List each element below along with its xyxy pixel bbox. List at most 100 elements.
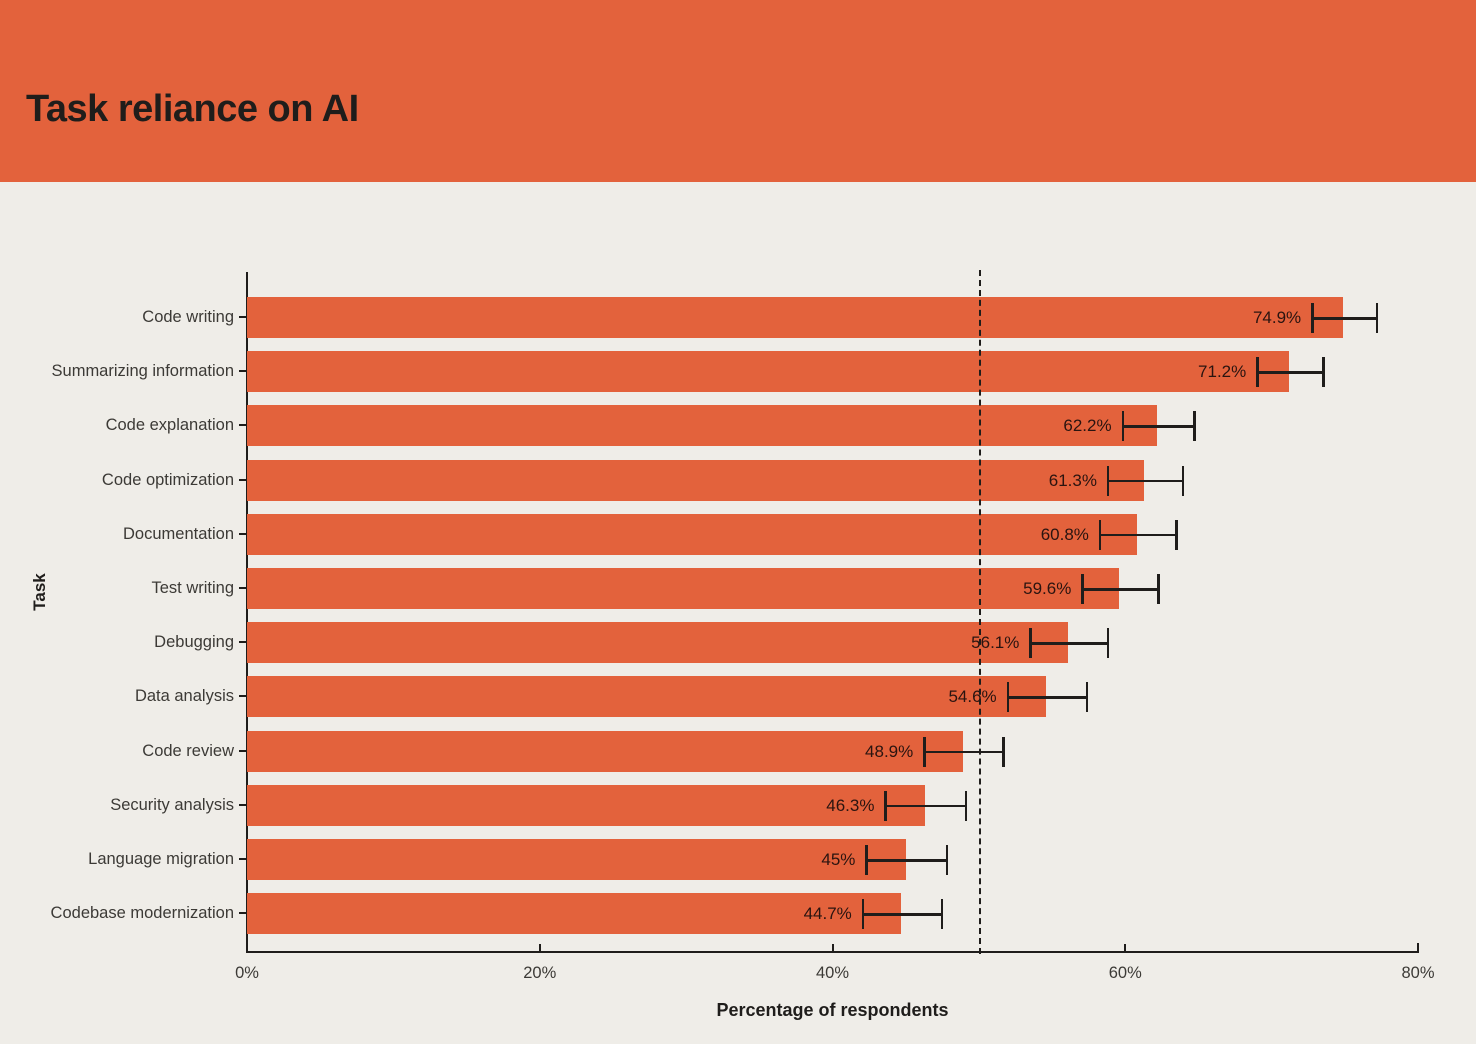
error-bar-cap-lower [865,845,868,875]
bar[interactable] [247,513,1137,555]
error-bar-line [865,859,946,862]
y-tick-mark [239,370,246,373]
bar-row[interactable]: Code optimization 61.3% [102,459,1418,501]
error-bar-cap-upper [1322,357,1325,388]
bar-row[interactable]: Debugging 56.1% [154,622,1418,664]
error-bar-cap-lower [1311,303,1314,333]
bar-row[interactable]: Language migration 45% [88,839,1418,880]
bar-row[interactable]: Code explanation 62.2% [106,405,1418,447]
error-bar-cap-upper [1181,465,1185,496]
y-tick-mark [239,424,246,427]
y-axis-category-label: Debugging [154,633,234,652]
y-tick-mark [239,532,246,535]
error-bar-cap-lower [1006,682,1010,713]
bar-value-label: 62.2% [1063,416,1112,436]
bar-value-label: 54.6% [948,687,997,707]
error-bar-line [1121,425,1194,428]
x-tick-label: 40% [815,964,850,982]
bar-value-label: 71.2% [1198,362,1247,382]
error-bar-cap-upper [945,845,949,875]
error-bar-cap-lower [1106,465,1110,496]
bar-row[interactable]: Code review 48.9% [142,730,1418,772]
bar-row[interactable]: Documentation 60.8% [123,513,1418,555]
bar[interactable] [247,622,1069,664]
page-title: Task reliance on AI [26,88,359,130]
y-axis-category-label: Summarizing information [51,362,234,381]
y-tick-mark [239,587,246,589]
y-axis-category-label: Code explanation [105,416,234,435]
error-bar-line [1311,317,1376,320]
bar[interactable] [247,568,1120,609]
error-bar-cap-lower [884,790,887,821]
y-tick-mark [239,858,246,860]
y-tick-mark [239,316,246,318]
y-tick-mark [239,695,246,698]
y-tick-mark [239,478,246,481]
error-bar-cap-upper [1175,519,1178,550]
error-bar-cap-lower [1121,411,1125,442]
error-bar-line [884,804,965,808]
bar-value-label: 61.3% [1048,470,1097,490]
y-axis-category-label: Code writing [142,308,234,326]
y-axis-category-label: Code review [142,741,234,760]
x-tick-mark [538,944,541,953]
y-axis-category-label: Data analysis [134,687,234,706]
x-tick-mark [1417,944,1419,953]
bar[interactable] [247,297,1344,338]
plot-area: 0% 20% 40% 60% 80% Code writing 74.9% Summariz… [51,270,1435,982]
error-bar-line [923,750,1003,754]
bar-row[interactable]: Code writing 74.9% [142,297,1418,338]
error-bar-line [1006,696,1086,699]
x-tick-label: 20% [523,964,557,982]
bar[interactable] [247,839,906,880]
bar-row[interactable]: Test writing 59.6% [151,568,1418,609]
error-bar-cap-lower [1256,357,1259,388]
y-axis-category-label: Codebase modernization [50,904,234,923]
bar-value-label: 48.9% [865,741,914,761]
error-bar-cap-lower [1098,519,1102,550]
y-axis-category-label: Language migration [88,850,234,868]
bar[interactable] [247,459,1145,501]
x-tick-mark [1124,944,1127,953]
bar[interactable] [247,351,1290,393]
bar-value-label: 60.8% [1040,524,1089,544]
bar-value-label: 59.6% [1023,579,1072,598]
y-tick-mark [239,803,246,806]
bar-row[interactable]: Codebase modernization 44.7% [51,893,1418,935]
y-axis-category-label: Test writing [151,579,234,597]
bar[interactable] [247,730,963,772]
reference-line-50 [978,270,981,954]
x-tick-mark [246,944,248,953]
y-axis-category-label: Documentation [123,524,234,543]
error-bar-line [1106,479,1182,483]
bar[interactable] [247,784,925,826]
y-axis-category-label: Security analysis [110,795,234,814]
bar-row[interactable]: Data analysis 54.6% [135,676,1418,718]
chart-container: Task 0% 20% 40% 60% 80% Code writing 74.9% Sum… [0,182,1476,1044]
error-bar-cap-upper [964,790,968,821]
bar[interactable] [247,676,1047,718]
bar-value-label: 44.7% [803,904,852,924]
error-bar-line [1256,371,1323,374]
bar-row[interactable]: Summarizing information 71.2% [52,351,1418,393]
error-bar-line [1098,533,1175,537]
error-bar-cap-lower [861,899,865,930]
bar-row[interactable]: Security analysis 46.3% [110,784,1418,826]
x-tick-label: 0% [235,964,259,982]
bar-value-label: 45% [821,850,856,869]
error-bar-cap-lower [923,736,926,767]
chart-page: Task reliance on AI Task 0% 20% 40% 60% 80% … [0,0,1476,1044]
header-banner: Task reliance on AI [0,0,1476,182]
error-bar-cap-upper [1085,682,1089,713]
error-bar-cap-upper [1157,574,1160,604]
bar[interactable] [247,405,1158,447]
error-bar-line [861,913,941,916]
error-bar-cap-upper [1193,411,1196,442]
x-tick-label: 80% [1401,964,1435,982]
x-axis-title: Percentage of respondents [716,1000,949,1020]
error-bar-cap-upper [1002,736,1005,767]
error-bar-line [1029,642,1107,645]
bar-value-label: 46.3% [826,795,875,815]
error-bar-cap-lower [1029,628,1032,659]
error-bar-cap-upper [940,899,944,930]
